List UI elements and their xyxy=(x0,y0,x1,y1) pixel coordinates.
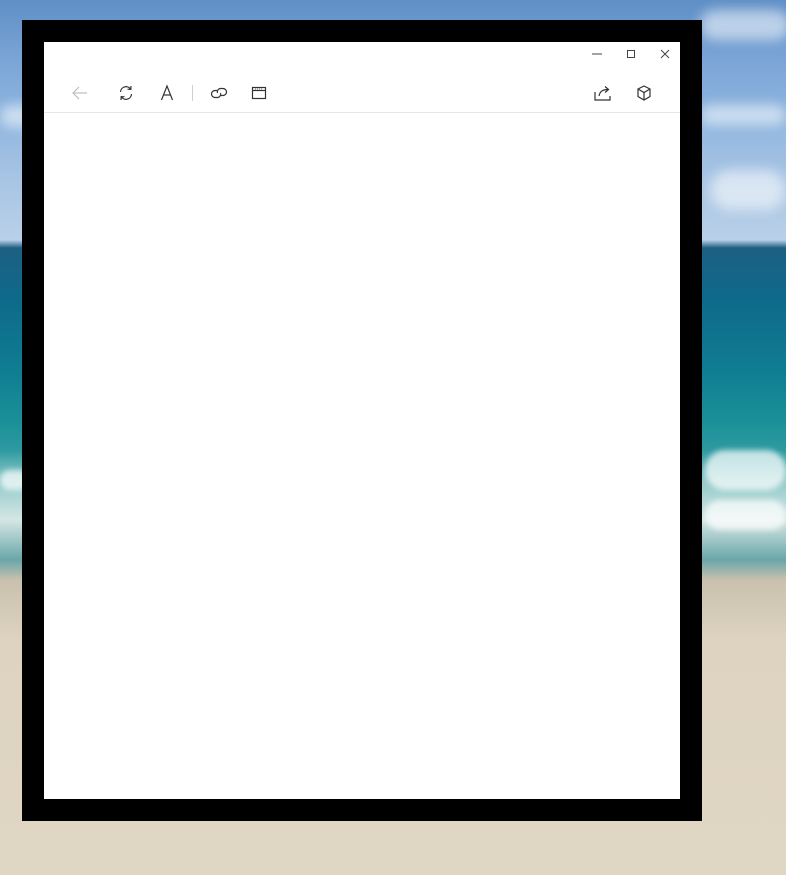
maximize-button[interactable] xyxy=(614,42,648,66)
minimize-icon xyxy=(592,53,602,55)
cloud xyxy=(700,105,786,125)
window-button[interactable] xyxy=(246,80,272,106)
3d-view-button[interactable] xyxy=(631,80,657,106)
wave-foam xyxy=(705,450,786,490)
close-icon xyxy=(660,49,670,59)
desktop-wallpaper xyxy=(0,0,786,875)
back-button[interactable] xyxy=(67,80,93,106)
close-button[interactable] xyxy=(648,42,682,66)
link-icon xyxy=(210,87,228,99)
page-content-area[interactable] xyxy=(44,113,680,799)
title-bar[interactable] xyxy=(44,42,680,66)
minimize-button[interactable] xyxy=(580,42,614,66)
share-button[interactable] xyxy=(590,80,616,106)
toolbar-separator xyxy=(192,85,193,101)
toolbar xyxy=(44,72,680,113)
cloud xyxy=(710,170,786,210)
link-button[interactable] xyxy=(206,80,232,106)
wave-foam xyxy=(705,500,786,530)
refresh-icon xyxy=(119,85,133,101)
app-window-frame xyxy=(22,20,702,821)
refresh-button[interactable] xyxy=(113,80,139,106)
text-size-button[interactable] xyxy=(154,80,180,106)
browser-window-icon xyxy=(251,86,267,100)
arrow-left-icon xyxy=(72,86,87,100)
font-a-icon xyxy=(160,84,174,101)
cube-icon xyxy=(637,85,651,101)
share-icon xyxy=(594,86,611,101)
cloud xyxy=(700,10,786,40)
app-window xyxy=(44,42,680,799)
maximize-icon xyxy=(627,50,635,58)
